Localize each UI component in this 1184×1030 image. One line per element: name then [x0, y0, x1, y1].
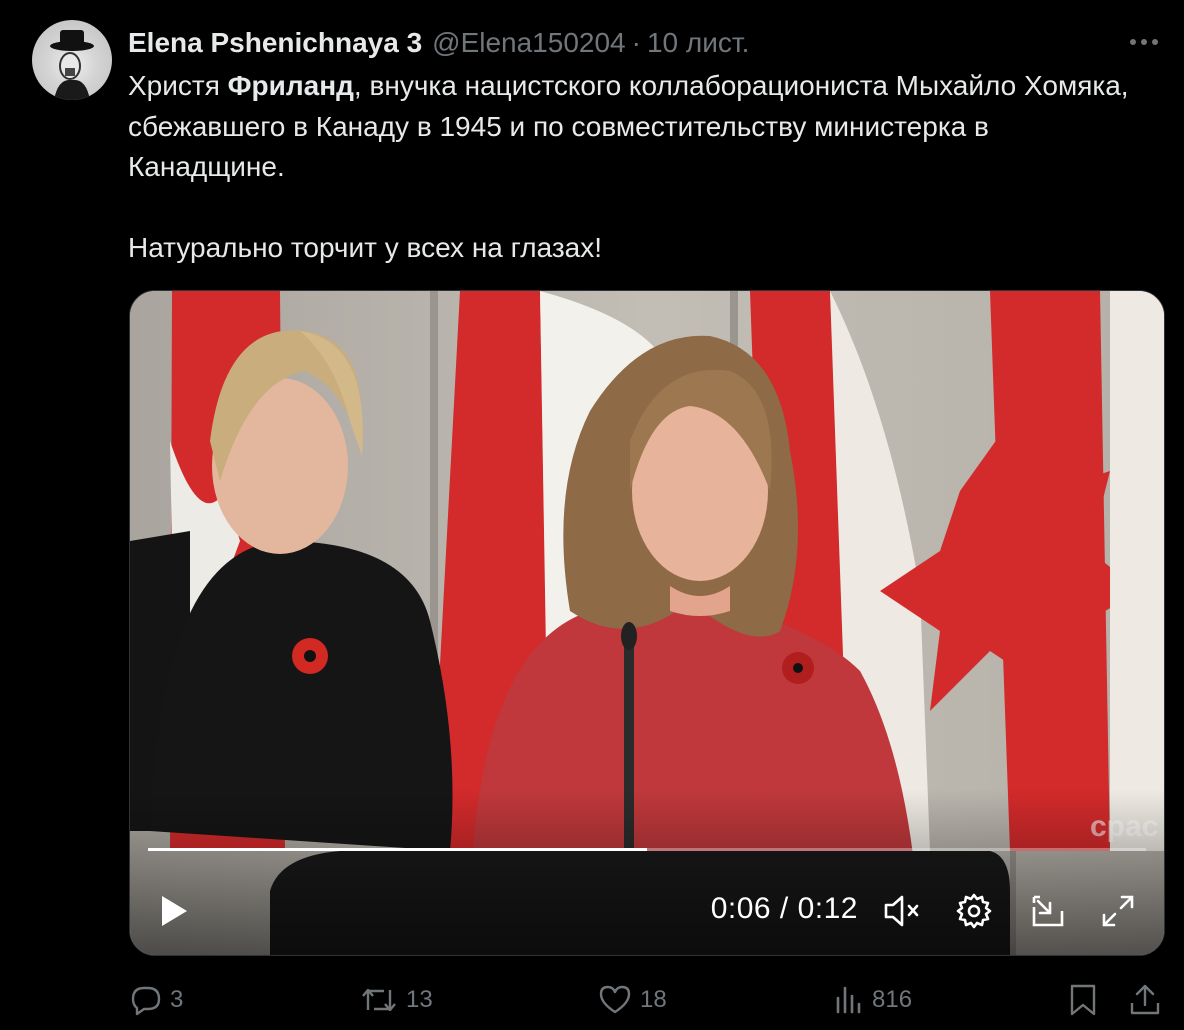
video-progress-fill — [148, 848, 647, 851]
heart-icon — [599, 985, 631, 1014]
views-button[interactable]: 816 — [834, 978, 912, 1022]
bookmark-button[interactable] — [1068, 978, 1098, 1022]
like-count: 18 — [640, 986, 667, 1013]
video-player[interactable]: cpac 0:06 / 0:12 — [129, 290, 1165, 956]
fullscreen-button[interactable] — [1096, 889, 1140, 933]
play-button[interactable] — [152, 889, 196, 933]
repost-icon — [362, 988, 396, 1012]
views-chart-icon — [836, 986, 861, 1014]
mute-button[interactable] — [880, 889, 924, 933]
tweet-paragraph-2: Натурально торчит у всех на глазах! — [128, 232, 603, 263]
more-options-button[interactable] — [1128, 28, 1160, 56]
more-dots-icon — [1130, 39, 1158, 45]
tweet-text-bold: Фриланд — [227, 70, 354, 101]
avatar[interactable] — [32, 20, 112, 100]
picture-in-picture-button[interactable] — [1026, 889, 1070, 933]
fullscreen-icon — [1102, 895, 1134, 927]
share-button[interactable] — [1128, 978, 1162, 1022]
author-name[interactable]: Elena Pshenichnaya 3 — [128, 27, 422, 59]
separator-dot: · — [631, 27, 641, 58]
tweet-text: Христя Фриланд, внучка нацистского колла… — [128, 66, 1148, 269]
settings-gear-icon — [956, 893, 992, 929]
tweet-date[interactable]: 10 лист. — [647, 27, 749, 59]
like-button[interactable]: 18 — [598, 978, 667, 1022]
bookmark-icon — [1070, 984, 1096, 1016]
video-time: 0:06 / 0:12 — [710, 892, 858, 925]
share-icon — [1130, 984, 1160, 1015]
author-handle[interactable]: @Elena150204 — [432, 27, 625, 59]
tweet-actions: 3 13 18 816 — [128, 978, 1168, 1022]
repost-button[interactable]: 13 — [360, 978, 433, 1022]
settings-button[interactable] — [952, 889, 996, 933]
tweet-text-part: Христя — [128, 70, 228, 101]
muted-speaker-icon — [884, 895, 919, 927]
repost-count: 13 — [406, 986, 433, 1013]
reply-count: 3 — [170, 986, 184, 1013]
play-icon — [162, 896, 187, 926]
tweet-paragraph-1: Христя Фриланд, внучка нацистского колла… — [128, 66, 1148, 188]
tweet-header: Elena Pshenichnaya 3 @Elena150204 · 10 л… — [128, 26, 1164, 60]
reply-button[interactable]: 3 — [130, 978, 183, 1022]
video-frame: cpac — [130, 291, 1164, 955]
reply-icon — [131, 986, 161, 1016]
video-progress-bar[interactable] — [148, 848, 1146, 851]
views-count: 816 — [872, 986, 913, 1013]
avatar-image — [50, 30, 94, 100]
picture-in-picture-icon — [1032, 895, 1064, 927]
